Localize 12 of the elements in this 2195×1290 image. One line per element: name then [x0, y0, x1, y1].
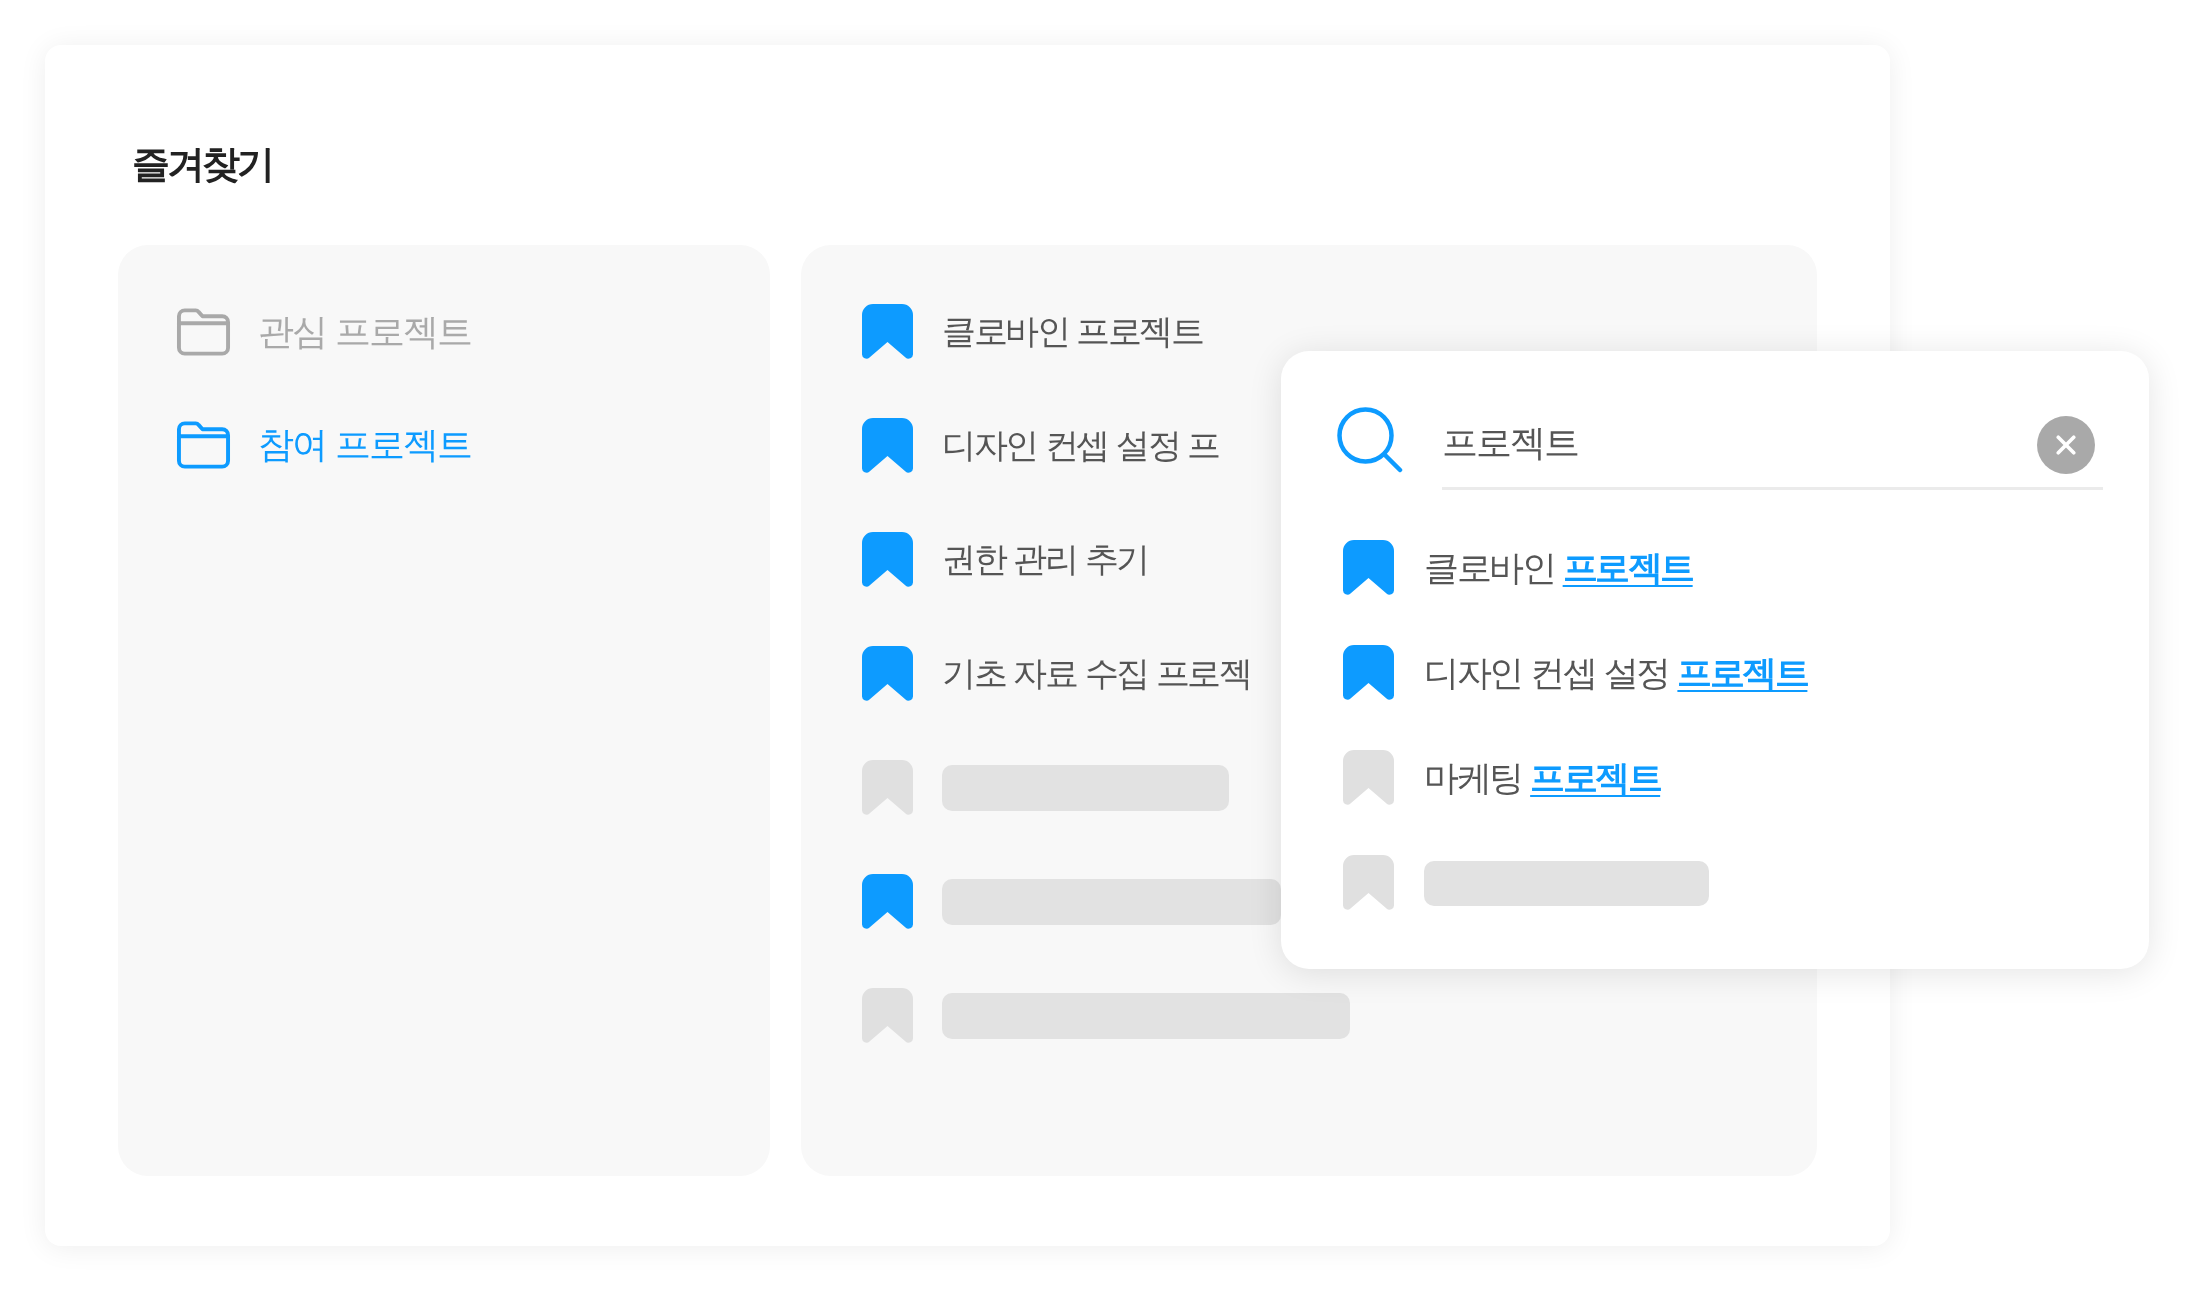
search-result-item[interactable]: 마케팅 프로젝트 [1343, 750, 1661, 806]
project-item[interactable]: 권한 관리 추기 [862, 532, 1148, 588]
page-title: 즐겨찾기 [132, 141, 272, 188]
search-result-item[interactable]: 클로바인 프로젝트 [1343, 540, 1693, 596]
project-item[interactable]: 클로바인 프로젝트 [862, 304, 1203, 360]
close-icon [2056, 435, 2076, 455]
search-result-item[interactable]: 디자인 컨셉 설정 프로젝트 [1343, 645, 1808, 701]
project-item[interactable]: 디자인 컨셉 설정 프 [862, 418, 1219, 474]
search-icon [1337, 407, 1403, 473]
folder-icon [176, 307, 231, 357]
project-item[interactable]: 기초 자료 수집 프로젝 [862, 646, 1251, 702]
folder-icon [176, 420, 231, 470]
